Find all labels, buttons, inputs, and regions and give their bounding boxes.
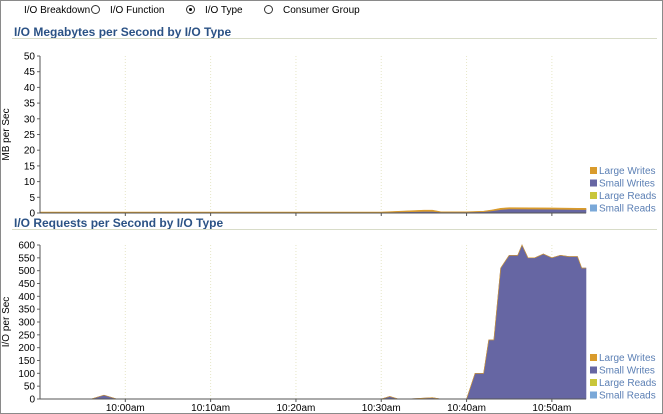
legend-label: Small Reads xyxy=(599,391,656,402)
y-tick-label: 300 xyxy=(18,318,35,329)
legend-label: Large Writes xyxy=(599,166,656,177)
y-tick-label: 200 xyxy=(18,343,35,354)
y-tick-label: 100 xyxy=(18,369,35,380)
y-tick-label: 550 xyxy=(18,253,35,264)
legend-label: Large Writes xyxy=(599,353,656,364)
y-tick-label: 150 xyxy=(18,356,35,367)
y-tick-label: 500 xyxy=(18,266,35,277)
area-small-writes xyxy=(40,244,587,400)
legend-swatch xyxy=(590,179,597,187)
y-tick-label: 35 xyxy=(24,99,36,110)
x-tick-label: 10:50am xyxy=(532,403,571,414)
legend-label: Large Reads xyxy=(599,378,656,389)
x-tick-label: 10:00am xyxy=(106,403,145,414)
y-axis-label: MB per Sec xyxy=(1,108,12,160)
legend-swatch xyxy=(590,204,597,212)
legend-swatch xyxy=(590,391,597,399)
legend-swatch xyxy=(590,354,597,361)
y-tick-label: 250 xyxy=(18,330,35,341)
legend-label: Small Writes xyxy=(599,366,655,377)
y-tick-label: 50 xyxy=(24,382,36,393)
y-tick-label: 400 xyxy=(18,292,35,303)
x-tick-label: 10:10am xyxy=(191,403,230,414)
legend-label: Small Reads xyxy=(599,204,656,215)
y-axis-label: I/O per Sec xyxy=(1,297,12,348)
y-tick-label: 0 xyxy=(29,209,35,220)
legend-label: Large Reads xyxy=(599,191,656,202)
y-tick-label: 20 xyxy=(24,146,36,157)
y-tick-label: 0 xyxy=(29,395,35,406)
legend-swatch xyxy=(590,167,597,174)
y-tick-label: 45 xyxy=(24,67,36,78)
y-tick-label: 5 xyxy=(29,193,35,204)
y-tick-label: 15 xyxy=(24,161,36,172)
y-tick-label: 40 xyxy=(24,83,36,94)
legend-label: Small Writes xyxy=(599,179,655,190)
y-tick-label: 450 xyxy=(18,279,35,290)
legend-swatch xyxy=(590,379,597,386)
legend-swatch xyxy=(590,192,597,199)
x-tick-label: 10:30am xyxy=(362,403,401,414)
y-tick-label: 600 xyxy=(18,241,35,252)
y-tick-label: 30 xyxy=(24,114,36,125)
y-tick-label: 10 xyxy=(24,177,36,188)
legend-swatch xyxy=(590,366,597,374)
charts-canvas: 0 5 10 15 20 25 30 35 40 45 50 MB per Sec Large Writ… xyxy=(1,52,656,414)
y-tick-label: 350 xyxy=(18,305,35,316)
y-tick-label: 50 xyxy=(24,52,36,63)
x-tick-label: 10:40am xyxy=(447,403,486,414)
y-tick-label: 25 xyxy=(24,130,36,141)
x-tick-label: 10:20am xyxy=(276,403,315,414)
